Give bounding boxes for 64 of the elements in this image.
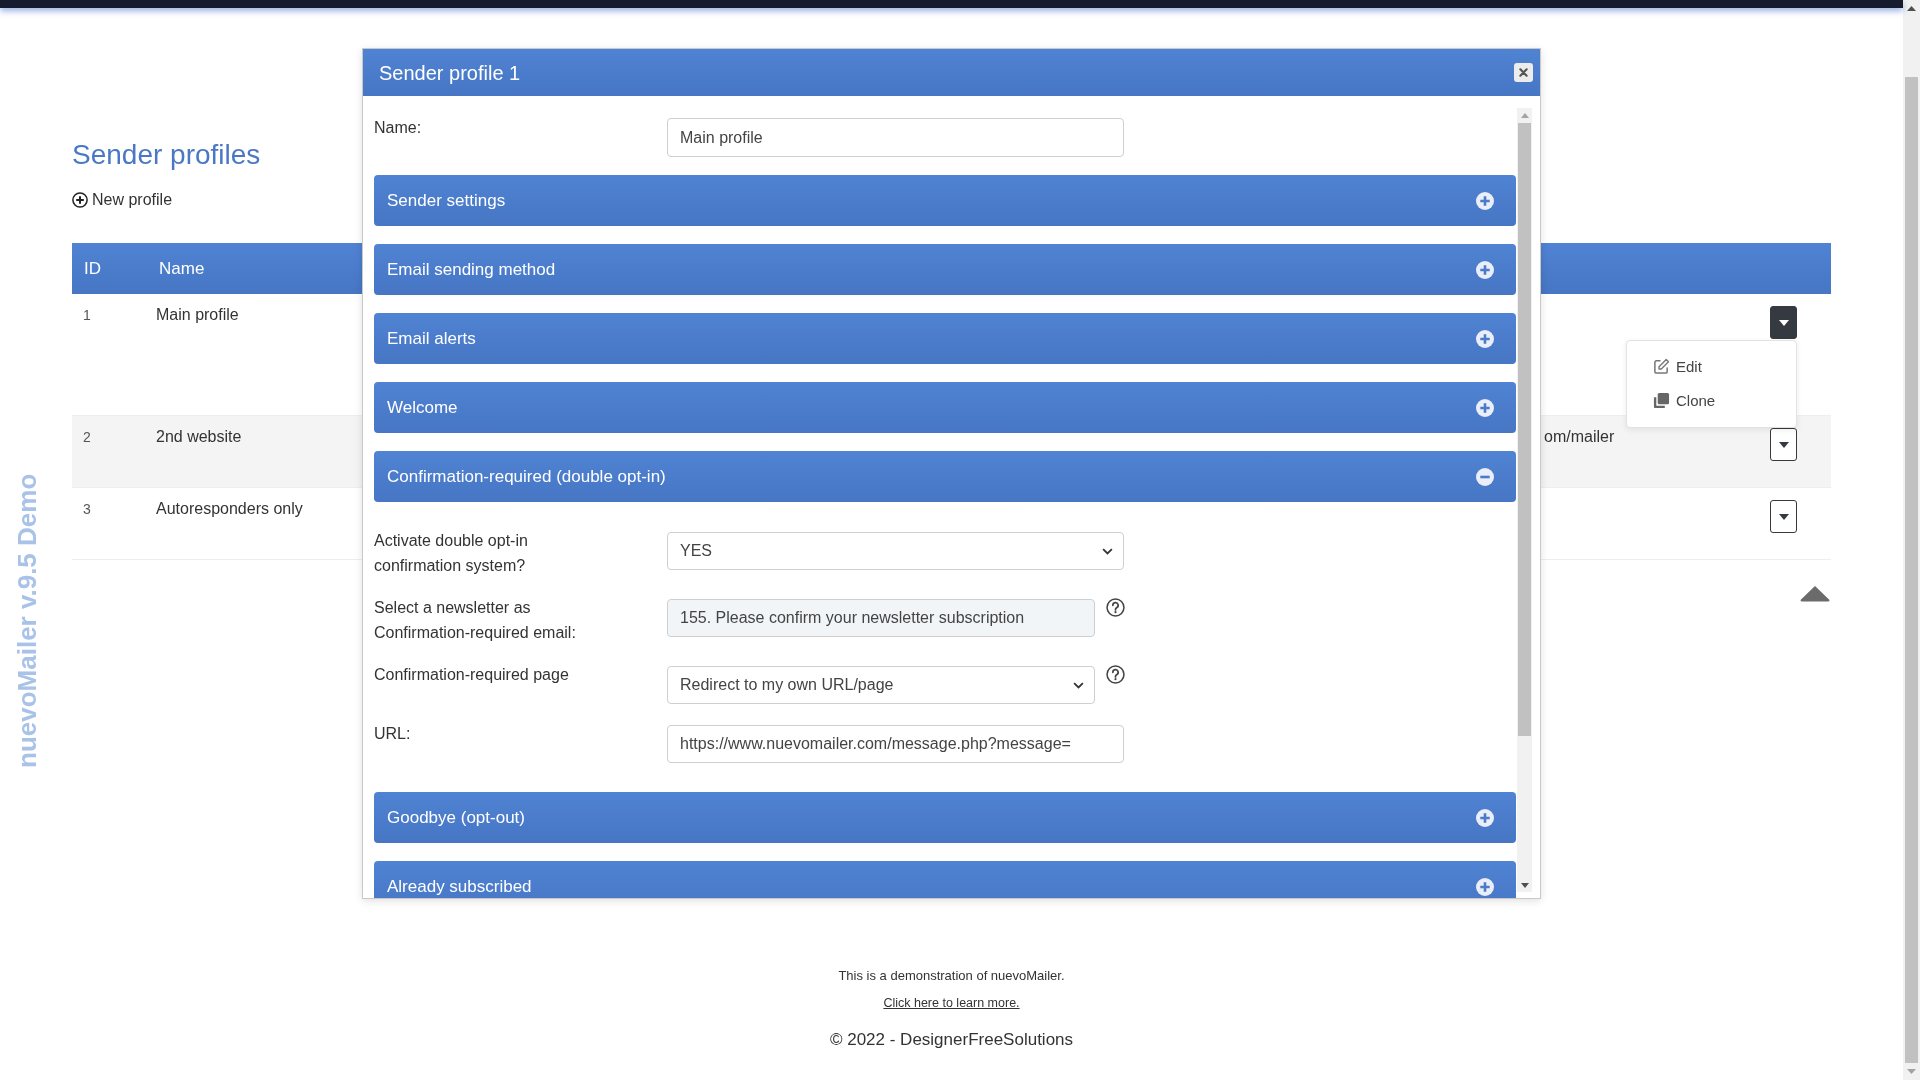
scrollbar[interactable] xyxy=(1517,108,1532,892)
circle-plus-icon xyxy=(1476,877,1494,896)
accordion-header[interactable]: Email sending method xyxy=(374,244,1516,295)
accordion-header[interactable]: Confirmation-required (double opt-in) xyxy=(374,451,1516,502)
accordion-header[interactable]: Goodbye (opt-out) xyxy=(374,792,1516,843)
close-button[interactable] xyxy=(1514,63,1533,82)
caret-up-icon[interactable] xyxy=(1800,585,1830,602)
column-header: Name xyxy=(159,258,205,279)
dropdown-toggle[interactable] xyxy=(1770,306,1797,339)
column-header: ID xyxy=(84,258,101,279)
readonly-field[interactable]: 155. Please confirm your newsletter subscription xyxy=(667,599,1095,637)
table-cell: 2nd website xyxy=(156,428,242,445)
close-icon xyxy=(1519,68,1528,77)
scrollbar-thumb[interactable] xyxy=(1518,123,1531,736)
text-input[interactable]: https://www.nuevomailer.com/message.php?message= xyxy=(667,725,1124,763)
demo-notice: This is a demonstration of nuevoMailer. xyxy=(838,968,1065,984)
table-cell: 1 xyxy=(83,307,91,323)
help-icon[interactable] xyxy=(1106,665,1125,684)
circle-plus-icon xyxy=(1476,398,1494,417)
select-field[interactable]: Redirect to my own URL/page xyxy=(667,666,1095,704)
table-cell: om/mailer xyxy=(1544,428,1615,445)
menu-item[interactable]: Clone xyxy=(1627,383,1796,417)
new-profile-link[interactable]: New profile xyxy=(72,190,173,210)
caret-down-icon xyxy=(1778,513,1789,520)
chevron-down-icon xyxy=(1102,547,1113,555)
accordion-header[interactable]: Already subscribed xyxy=(374,861,1516,898)
copy-icon xyxy=(1653,391,1670,409)
accordion-header[interactable]: Welcome xyxy=(374,382,1516,433)
dropdown-toggle[interactable] xyxy=(1770,500,1797,533)
field-label: Confirmation-required page xyxy=(374,665,569,685)
accordion-header[interactable]: Sender settings xyxy=(374,175,1516,226)
copyright-text: © 2022 - DesignerFreeSolutions xyxy=(829,1029,1074,1051)
circle-minus-icon xyxy=(1476,467,1494,486)
text-input[interactable]: Main profile xyxy=(667,118,1124,157)
learn-more-link[interactable]: Click here to learn more. xyxy=(883,996,1020,1010)
field-label: Activate double opt-in confirmation system? xyxy=(374,531,529,576)
demo-version-label: nuevoMailer v.9.5 Demo xyxy=(13,473,41,768)
pencil-square-icon xyxy=(1653,357,1670,375)
circle-plus-icon xyxy=(72,192,88,208)
table-cell: 3 xyxy=(83,501,91,517)
table-cell: Autoresponders only xyxy=(156,500,303,517)
caret-down-icon xyxy=(1778,319,1789,326)
dropdown-toggle[interactable] xyxy=(1770,428,1797,461)
circle-plus-icon xyxy=(1476,260,1494,279)
field-label: Name: xyxy=(374,118,422,138)
chevron-down-icon xyxy=(1073,681,1084,689)
arrow-up-icon[interactable] xyxy=(1907,6,1916,11)
arrow-down-icon[interactable] xyxy=(1520,883,1529,888)
modal-title: Sender profile 1 xyxy=(379,60,521,86)
menu-item[interactable]: Edit xyxy=(1627,349,1796,383)
caret-down-icon xyxy=(1778,441,1789,448)
field-label: URL: xyxy=(374,724,411,744)
page-title: Sender profiles xyxy=(72,138,261,172)
accordion-header[interactable]: Email alerts xyxy=(374,313,1516,364)
table-cell: 2 xyxy=(83,429,91,445)
select-field[interactable]: YES xyxy=(667,532,1124,570)
table-cell: Main profile xyxy=(156,306,239,323)
scrollbar[interactable] xyxy=(1903,0,1920,1080)
help-icon[interactable] xyxy=(1106,598,1125,617)
circle-plus-icon xyxy=(1476,191,1494,210)
circle-plus-icon xyxy=(1476,808,1494,827)
scrollbar-thumb[interactable] xyxy=(1905,77,1918,1063)
field-label: Select a newsletter as Confirmation-required email: xyxy=(374,598,577,643)
circle-plus-icon xyxy=(1476,329,1494,348)
